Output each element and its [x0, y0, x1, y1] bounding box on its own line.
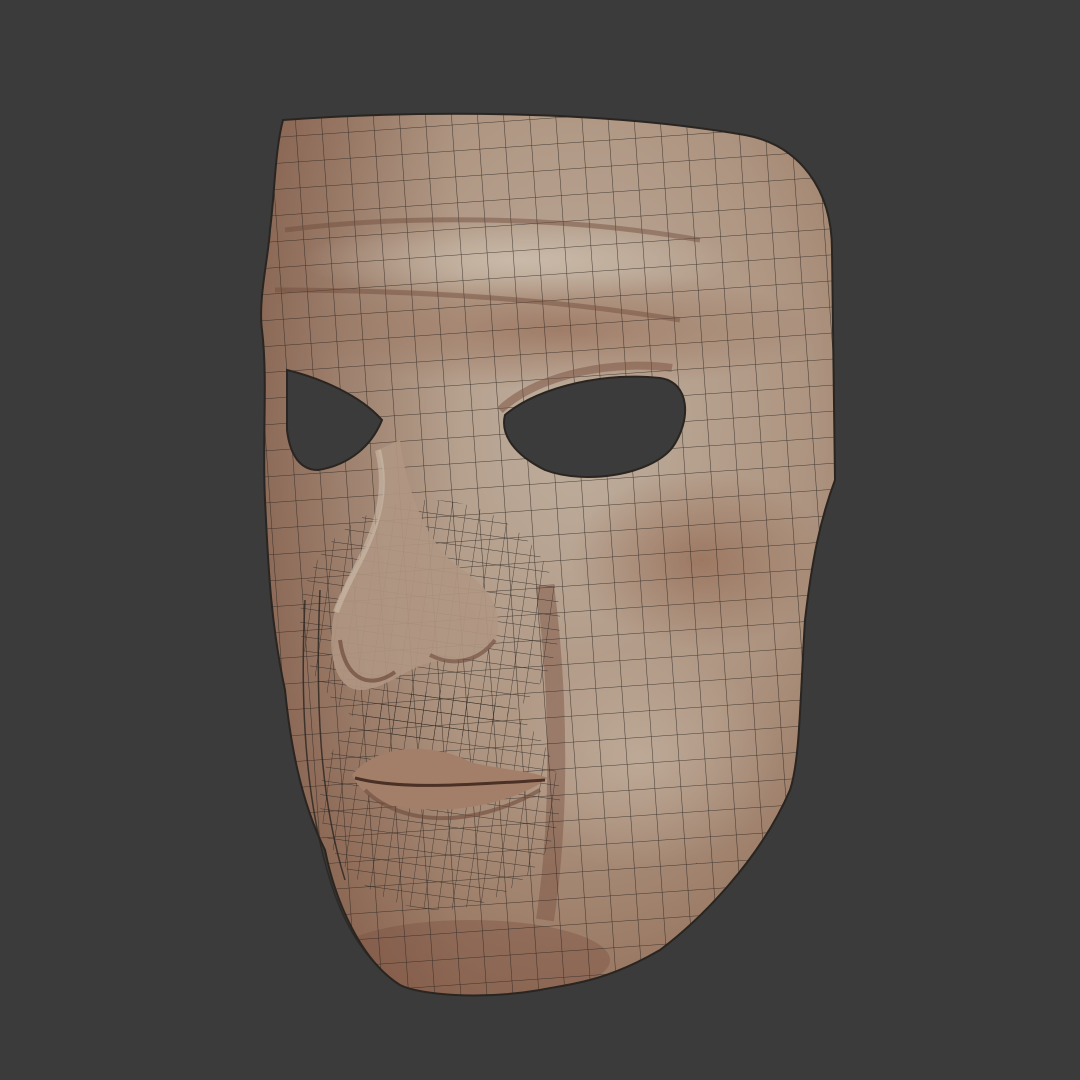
mask-body	[260, 112, 837, 997]
mask-render	[260, 112, 837, 997]
render-viewport	[0, 0, 1080, 1080]
